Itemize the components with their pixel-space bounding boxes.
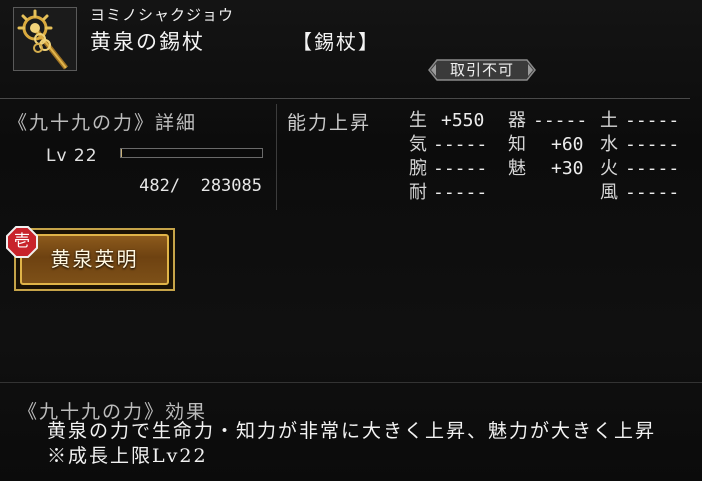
stat-value: ----- (625, 182, 680, 203)
golden-staff-icon (17, 9, 68, 70)
effect-description: 黄泉の力で生命力・知力が非常に大きく上昇、魅力が大きく上昇 ※成長上限Lv22 (47, 420, 657, 467)
item-detail-panel: ヨミノシャクジョウ 黄泉の錫杖 【錫杖】 取引不可 《九十九の力》詳細 Lv 2… (0, 0, 702, 481)
stat-name: 風 (600, 182, 618, 203)
stat-name: 耐 (409, 182, 427, 203)
exp-counter: 482/ 283085 (139, 176, 262, 196)
stat-value: +30 (551, 158, 584, 179)
stat-value: ----- (433, 182, 488, 203)
stat-name: 水 (600, 134, 618, 155)
skill-button[interactable]: 黄泉英明 (14, 228, 175, 291)
divider-top (0, 98, 690, 99)
stat-name: 気 (409, 134, 427, 155)
divider-vertical (276, 104, 277, 210)
power-detail-title: 《九十九の力》詳細 (8, 112, 198, 134)
stat-value: ----- (625, 134, 680, 155)
item-name: 黄泉の錫杖 (90, 30, 205, 54)
skill-rank-mark: 壱 (6, 226, 38, 258)
stat-value: +60 (551, 134, 584, 155)
skill-name: 黄泉英明 (20, 234, 169, 285)
trade-restriction-badge: 取引不可 (427, 58, 537, 82)
stat-name: 生 (409, 110, 427, 131)
stat-name: 腕 (409, 158, 427, 179)
trade-badge-label: 取引不可 (449, 61, 514, 79)
stat-value: ----- (533, 110, 588, 131)
power-level: Lv 22 (46, 146, 98, 166)
item-reading: ヨミノシャクジョウ (90, 6, 235, 24)
stat-name: 器 (508, 110, 526, 131)
stat-value: ----- (433, 158, 488, 179)
stats-label: 能力上昇 (287, 112, 372, 134)
stat-value: ----- (625, 110, 680, 131)
stat-value: ----- (433, 134, 488, 155)
stat-name: 火 (600, 158, 618, 179)
item-type: 【錫杖】 (292, 30, 380, 54)
divider-bottom (0, 382, 702, 383)
item-icon-frame (13, 7, 77, 71)
exp-bar (120, 148, 263, 158)
stat-name: 知 (508, 134, 526, 155)
skill-rank-label: 壱 (13, 231, 30, 250)
stat-name: 魅 (508, 158, 526, 179)
stat-name: 土 (600, 110, 618, 131)
stat-value: +550 (441, 110, 485, 131)
stat-value: ----- (625, 158, 680, 179)
